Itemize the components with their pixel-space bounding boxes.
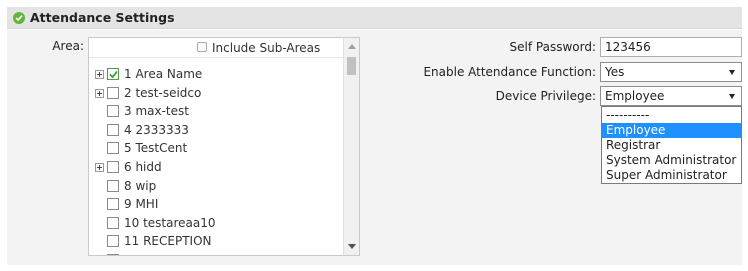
scrollbar-thumb[interactable]: [347, 57, 356, 75]
device-privilege-select[interactable]: Employee: [600, 86, 742, 106]
include-sub-areas-label: Include Sub-Areas: [212, 41, 321, 55]
privilege-option[interactable]: System Administrator: [602, 153, 741, 168]
privilege-option[interactable]: Super Administrator: [602, 168, 741, 183]
chevron-down-icon: [729, 94, 735, 99]
area-checkbox[interactable]: [107, 161, 119, 173]
area-checkbox[interactable]: [107, 68, 119, 80]
area-tree-box: Include Sub-Areas 1 Area Name 2 test-seid…: [88, 37, 360, 256]
area-tree-row[interactable]: 11 RECEPTION: [89, 232, 339, 251]
scroll-up-arrow-icon[interactable]: [348, 44, 356, 49]
area-tree-row[interactable]: 2 test-seidco: [89, 84, 339, 103]
area-checkbox[interactable]: [107, 254, 119, 255]
expand-plus-icon[interactable]: [95, 163, 104, 172]
attendance-settings-panel: Attendance Settings Area: Include Sub-Ar…: [0, 0, 748, 271]
expand-plus-icon[interactable]: [95, 88, 104, 98]
area-tree-row[interactable]: 9 MHI: [89, 195, 339, 214]
section-title: Attendance Settings: [30, 10, 175, 25]
area-checkbox[interactable]: [107, 142, 119, 155]
area-item-label: 9 MHI: [124, 197, 159, 212]
area-tree-row[interactable]: 6 hidd: [89, 158, 339, 177]
expand-plus-icon[interactable]: [95, 70, 104, 79]
device-privilege-label: Device Privilege:: [495, 89, 596, 103]
area-checkbox[interactable]: [107, 235, 119, 248]
privilege-option[interactable]: Employee: [602, 123, 741, 138]
area-checkbox[interactable]: [107, 179, 119, 192]
area-checkbox[interactable]: [107, 216, 119, 229]
area-tree-row[interactable]: 1 Area Name: [89, 65, 339, 84]
area-item-label: 3 max-test: [124, 104, 189, 119]
area-checkbox[interactable]: [107, 86, 119, 99]
area-item-label: 2 test-seidco: [124, 85, 202, 100]
check-circle-icon: [13, 12, 25, 24]
area-checkbox[interactable]: [107, 198, 119, 211]
chevron-down-icon: [729, 70, 735, 75]
area-item-label: 12 testtest: [124, 253, 189, 255]
area-tree-row[interactable]: 8 wip: [89, 177, 339, 196]
area-item-label: 4 2333333: [124, 122, 189, 137]
area-checkbox[interactable]: [107, 105, 119, 118]
area-label: Area:: [52, 39, 84, 53]
area-tree-row[interactable]: 10 testareaa10: [89, 214, 339, 233]
area-item-label: 8 wip: [124, 178, 157, 193]
self-password-value: 123456: [605, 40, 651, 54]
device-privilege-dropdown: ---------- Employee Registrar System Admini…: [601, 106, 742, 184]
area-item-label: 10 testareaa10: [124, 215, 216, 230]
area-tree-row[interactable]: 12 testtest: [89, 251, 339, 255]
device-privilege-value: Employee: [605, 89, 665, 103]
area-item-label: 6 hidd: [124, 160, 162, 174]
self-password-label: Self Password:: [509, 40, 596, 54]
enable-attendance-label: Enable Attendance Function:: [423, 65, 596, 79]
area-item-label: 1 Area Name: [124, 67, 203, 81]
section-header: Attendance Settings: [7, 7, 742, 29]
enable-attendance-select[interactable]: Yes: [600, 62, 742, 82]
area-item-label: 5 TestCent: [124, 141, 188, 156]
area-tree-header: Include Sub-Areas: [89, 38, 343, 58]
privilege-option[interactable]: ----------: [602, 108, 741, 123]
include-sub-areas-checkbox[interactable]: [197, 42, 207, 52]
enable-attendance-value: Yes: [605, 65, 625, 79]
area-checkbox[interactable]: [107, 123, 119, 136]
scroll-down-arrow-icon[interactable]: [348, 244, 356, 249]
privilege-option[interactable]: Registrar: [602, 138, 741, 153]
area-tree-scrollbar[interactable]: [343, 38, 359, 255]
area-tree-row[interactable]: 5 TestCent: [89, 139, 339, 158]
area-item-label: 11 RECEPTION: [124, 234, 212, 249]
area-tree-row[interactable]: 4 2333333: [89, 121, 339, 140]
self-password-input[interactable]: 123456: [600, 37, 742, 57]
area-tree-row[interactable]: 3 max-test: [89, 102, 339, 121]
